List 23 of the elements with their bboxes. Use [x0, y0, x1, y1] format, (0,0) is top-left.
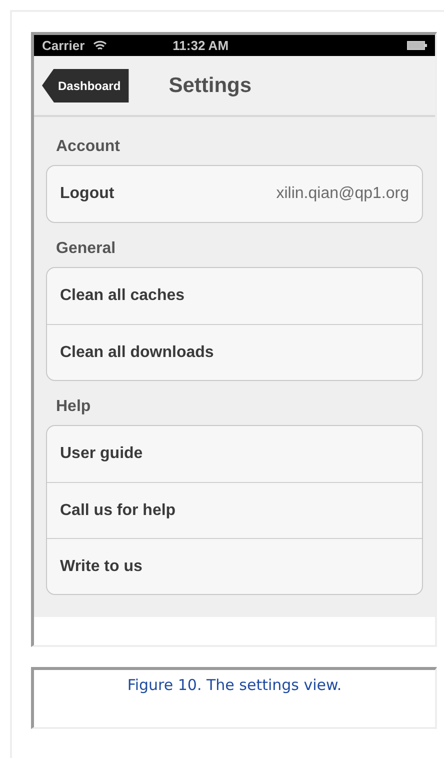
wifi-icon: [92, 40, 107, 51]
section-header: Account: [55, 137, 121, 157]
row-value: xilin.qian@qp1.org: [276, 184, 409, 204]
row-label: Logout: [60, 184, 114, 204]
settings-row[interactable]: Clean all caches: [47, 268, 422, 324]
back-button[interactable]: Dashboard: [42, 68, 129, 102]
battery-icon: [407, 41, 427, 50]
row-label: Write to us: [60, 556, 142, 576]
screen-title: Settings: [168, 72, 252, 99]
settings-row[interactable]: Logout xilin.qian@qp1.org: [47, 166, 422, 222]
settings-row[interactable]: Clean all downloads: [47, 324, 422, 380]
carrier-label: Carrier: [42, 36, 85, 55]
settings-row[interactable]: Call us for help: [47, 482, 422, 538]
row-label: Clean all caches: [60, 286, 185, 306]
figure-caption: Figure 10. The settings view.: [127, 675, 342, 696]
time-label: 11:32 AM: [172, 36, 229, 55]
row-label: Call us for help: [60, 500, 176, 520]
section-header: Help: [55, 397, 92, 417]
row-label: Clean all downloads: [60, 342, 214, 362]
row-label: User guide: [60, 444, 143, 464]
settings-row[interactable]: Write to us: [47, 538, 422, 594]
section-header: General: [55, 239, 117, 259]
settings-row[interactable]: User guide: [47, 426, 422, 482]
